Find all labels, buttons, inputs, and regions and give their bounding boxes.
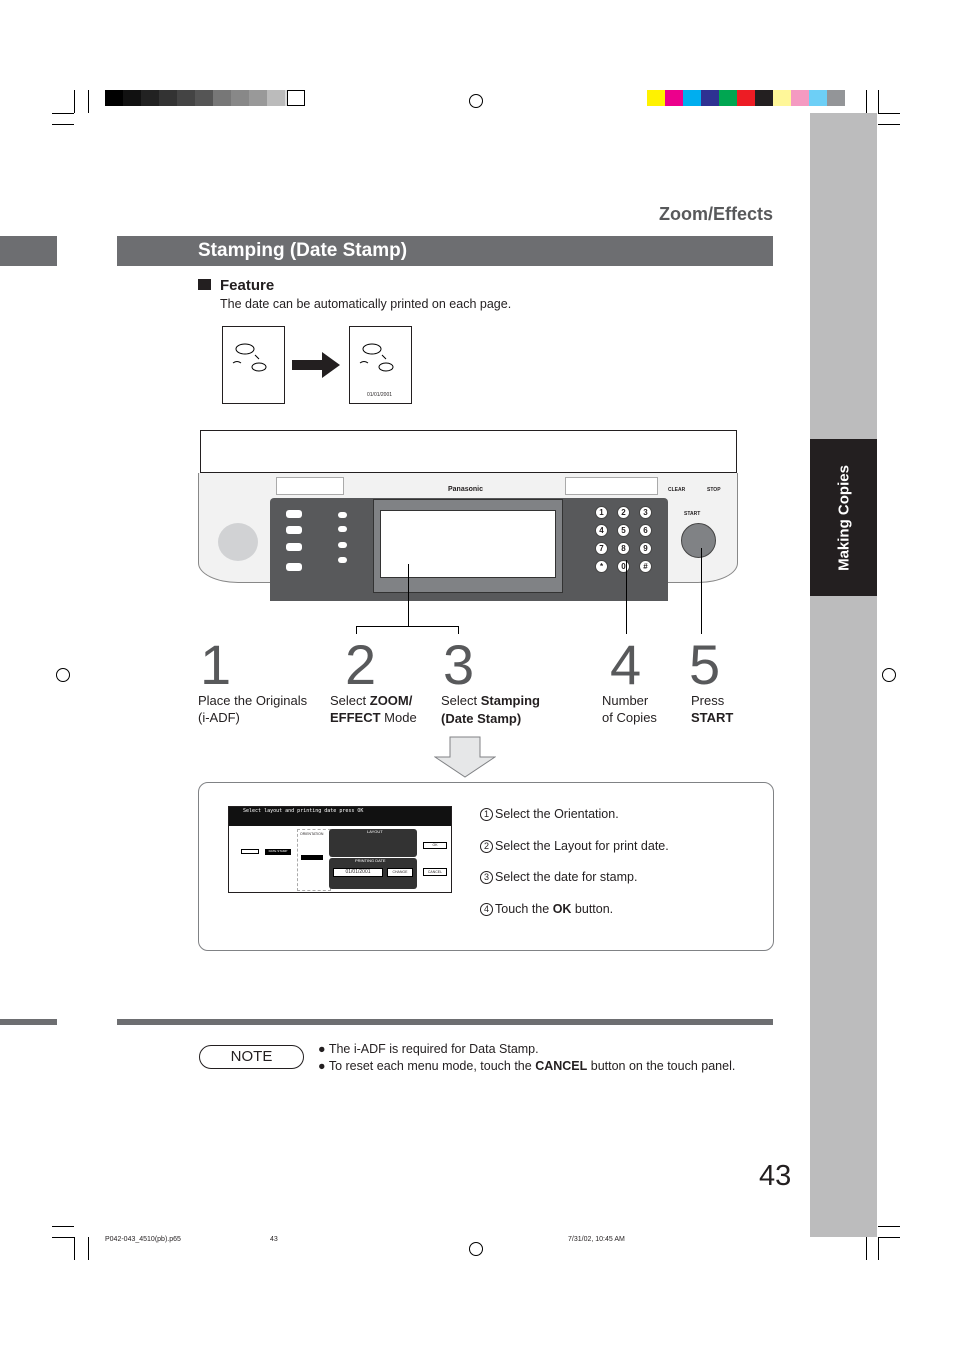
- page-number: 43: [759, 1160, 792, 1192]
- divider: [117, 1019, 773, 1025]
- orientation-group: ORIENTATION: [297, 829, 331, 891]
- note-item: ● To reset each menu mode, touch the CAN…: [318, 1059, 736, 1073]
- key-6[interactable]: 6: [639, 524, 652, 537]
- key-9[interactable]: 9: [639, 542, 652, 555]
- key-7[interactable]: 7: [595, 542, 608, 555]
- key-hash[interactable]: #: [639, 560, 652, 573]
- step-4-text: Number of Copies: [602, 693, 657, 725]
- key-2[interactable]: 2: [617, 506, 630, 519]
- layout-group[interactable]: LAYOUT: [329, 829, 417, 857]
- step-number: 1: [200, 633, 232, 696]
- note-list: ● The i-ADF is required for Data Stamp. …: [318, 1042, 735, 1076]
- stamped-page-image: 01/01/2001: [349, 326, 412, 404]
- screen-message: Select layout and printing date press OK: [229, 807, 451, 826]
- control-panel-illustration: Panasonic 1 2 3 4 5 6 7 8 9 * 0 # CLEAR …: [198, 430, 738, 634]
- instruction-4: 4 Touch the OK button.: [480, 902, 613, 916]
- footer-page: 43: [270, 1236, 278, 1243]
- step-2-text: Select ZOOM/EFFECT Mode: [330, 693, 417, 725]
- date-stamp-button[interactable]: DATE STAMP: [265, 849, 291, 855]
- key-4[interactable]: 4: [595, 524, 608, 537]
- date-field[interactable]: 01/01/2001: [333, 868, 383, 877]
- step-number: 5: [689, 633, 721, 696]
- original-page-image: [222, 326, 285, 404]
- step-5-text: Press START: [691, 693, 734, 725]
- change-button[interactable]: CHANGE: [387, 868, 413, 877]
- arrow-down-icon: [434, 736, 496, 778]
- step-1-text: Place the Originals (i-ADF): [198, 693, 308, 725]
- brand-label: Panasonic: [448, 486, 484, 493]
- key-1[interactable]: 1: [595, 506, 608, 519]
- step-3-text: Select Stamping (Date Stamp): [441, 693, 540, 726]
- start-label: START: [684, 511, 701, 517]
- footer-datetime: 7/31/02, 10:45 AM: [568, 1236, 625, 1243]
- step-number: 3: [443, 633, 475, 696]
- stop-label: STOP: [707, 487, 721, 493]
- instruction-2: 2 Select the Layout for print date.: [480, 839, 669, 853]
- orientation-portrait[interactable]: [301, 855, 323, 860]
- footer-file: P042-043_4510(pb).p65: [105, 1236, 181, 1243]
- bullet-square: [198, 279, 211, 290]
- chapter-tab-label: Making Copies: [835, 464, 852, 571]
- feature-heading: Feature: [220, 277, 275, 294]
- note-label: NOTE: [199, 1045, 304, 1069]
- side-margin-bar: [810, 113, 877, 1237]
- note-item: ● The i-ADF is required for Data Stamp.: [318, 1042, 539, 1056]
- divider: [0, 1019, 57, 1025]
- key-8[interactable]: 8: [617, 542, 630, 555]
- stamp-date: 01/01/2001: [367, 392, 393, 398]
- touch-panel-screen: Select layout and printing date press OK…: [228, 806, 452, 893]
- cancel-button[interactable]: CANCEL: [423, 868, 447, 876]
- section-header: Zoom/Effects: [658, 204, 773, 224]
- feature-description: The date can be automatically printed on…: [220, 297, 512, 311]
- ok-button[interactable]: OK: [423, 842, 447, 849]
- instruction-3: 3 Select the date for stamp.: [480, 870, 637, 884]
- left-bar: [0, 236, 57, 266]
- step-number: 4: [610, 633, 642, 696]
- page-title: Stamping (Date Stamp): [117, 236, 773, 266]
- chapter-tab: Making Copies: [810, 439, 877, 596]
- clear-label: CLEAR: [668, 487, 686, 493]
- step-number: 2: [345, 633, 377, 696]
- touch-screen[interactable]: [380, 510, 556, 578]
- instruction-1: 1 Select the Orientation.: [480, 807, 619, 821]
- key-star[interactable]: *: [595, 560, 608, 573]
- key-3[interactable]: 3: [639, 506, 652, 519]
- key-5[interactable]: 5: [617, 524, 630, 537]
- arrow-right-icon: [292, 352, 340, 378]
- key-0[interactable]: 0: [617, 560, 630, 573]
- start-button[interactable]: [681, 523, 716, 558]
